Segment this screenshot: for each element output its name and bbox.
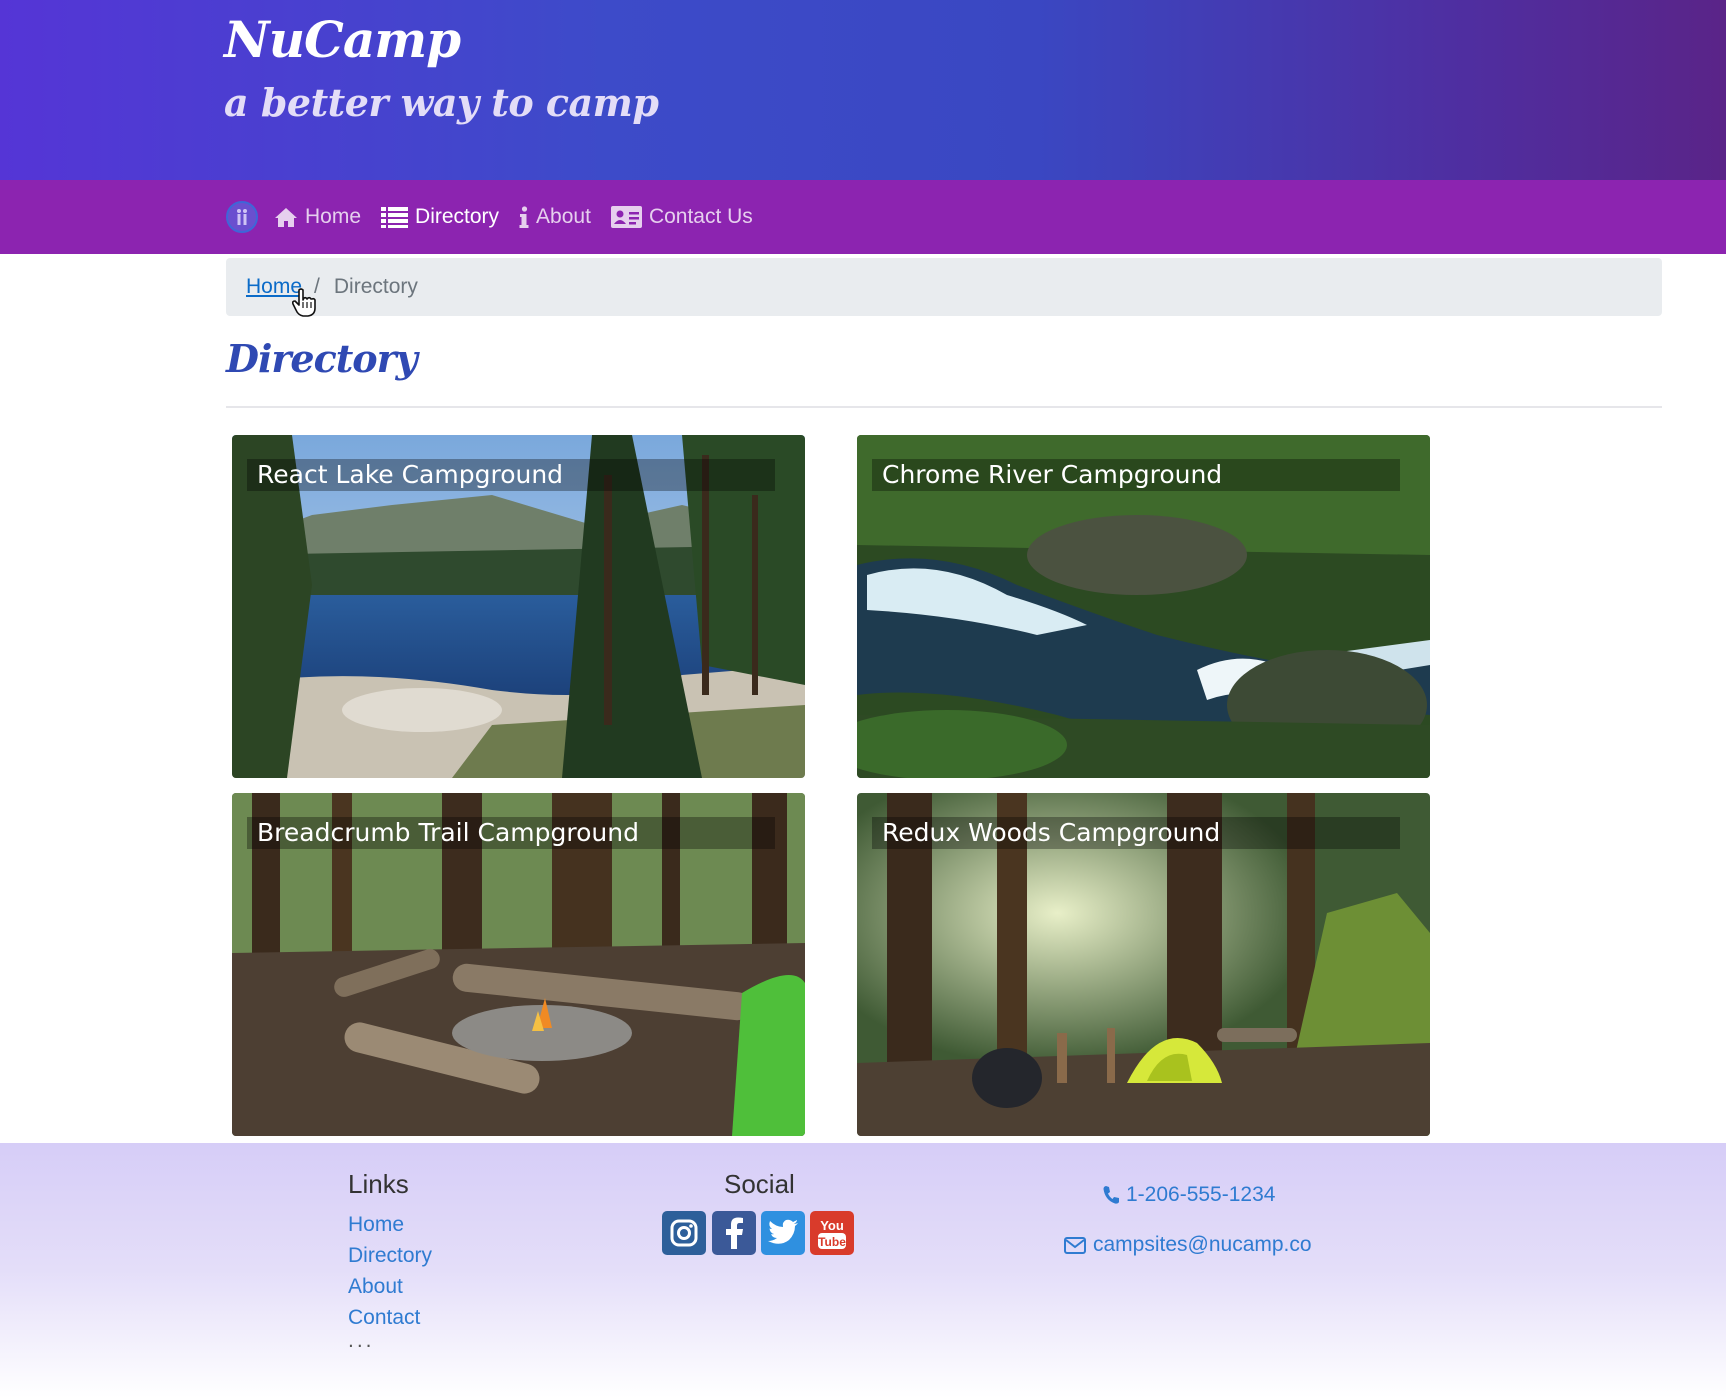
list-icon bbox=[381, 207, 409, 228]
title-divider bbox=[226, 406, 1662, 408]
address-card-icon bbox=[610, 206, 642, 228]
nucamp-logo-icon[interactable] bbox=[226, 201, 258, 233]
twitter-icon[interactable] bbox=[761, 1211, 805, 1255]
campsite-card[interactable]: Breadcrumb Trail Campground bbox=[232, 793, 805, 1136]
campsite-card[interactable]: Redux Woods Campground bbox=[857, 793, 1430, 1136]
footer-email[interactable]: campsites@nucamp.co bbox=[1064, 1233, 1312, 1257]
footer-social-heading: Social bbox=[724, 1169, 795, 1199]
footer-link-directory[interactable]: Directory bbox=[348, 1244, 432, 1268]
envelope-icon bbox=[1064, 1236, 1086, 1254]
footer-email-address: campsites@nucamp.co bbox=[1093, 1233, 1312, 1256]
nav-directory-label: Directory bbox=[415, 205, 500, 228]
breadcrumb-current: Directory bbox=[333, 275, 418, 298]
header-jumbotron: NuCamp a better way to camp bbox=[0, 0, 1726, 180]
main-navbar: Home Directory About Contact Us bbox=[0, 180, 1726, 254]
site-title: NuCamp bbox=[224, 10, 461, 69]
page-title: Directory bbox=[226, 336, 418, 381]
nav-contact[interactable]: Contact Us bbox=[610, 205, 753, 229]
nav-home[interactable]: Home bbox=[274, 205, 361, 229]
nav-directory[interactable]: Directory bbox=[381, 205, 499, 229]
nav-about[interactable]: About bbox=[519, 205, 591, 229]
breadcrumb: Home / Directory bbox=[226, 258, 1662, 316]
footer-link-about[interactable]: About bbox=[348, 1275, 403, 1299]
campsite-name: React Lake Campground bbox=[247, 459, 775, 491]
instagram-icon[interactable] bbox=[662, 1211, 706, 1255]
campsite-card[interactable]: Chrome River Campground bbox=[857, 435, 1430, 778]
svg-text:Tube: Tube bbox=[818, 1235, 846, 1249]
nav-about-label: About bbox=[536, 205, 591, 228]
phone-icon bbox=[1103, 1186, 1119, 1204]
footer-phone-number: 1-206-555-1234 bbox=[1126, 1183, 1276, 1206]
hand-cursor-icon bbox=[292, 288, 316, 317]
info-icon bbox=[519, 206, 529, 228]
nav-home-label: Home bbox=[305, 205, 362, 228]
site-subtitle: a better way to camp bbox=[224, 80, 659, 125]
campsite-name: Breadcrumb Trail Campground bbox=[247, 817, 775, 849]
footer-links-heading: Links bbox=[348, 1169, 409, 1199]
footer-link-contact[interactable]: Contact bbox=[348, 1306, 420, 1330]
home-icon bbox=[275, 208, 297, 227]
footer-more-dots: ... bbox=[348, 1329, 375, 1352]
nav-contact-label: Contact Us bbox=[648, 205, 753, 228]
campsite-name: Chrome River Campground bbox=[872, 459, 1400, 491]
campsite-card[interactable]: React Lake Campground bbox=[232, 435, 805, 778]
campsite-name: Redux Woods Campground bbox=[872, 817, 1400, 849]
svg-text:You: You bbox=[820, 1218, 844, 1233]
footer-link-home[interactable]: Home bbox=[348, 1213, 404, 1237]
site-footer: Links Home Directory About Contact ... S… bbox=[0, 1143, 1726, 1398]
youtube-icon[interactable]: You Tube bbox=[810, 1211, 854, 1255]
footer-phone[interactable]: 1-206-555-1234 bbox=[1103, 1183, 1275, 1207]
facebook-icon[interactable] bbox=[712, 1211, 756, 1255]
